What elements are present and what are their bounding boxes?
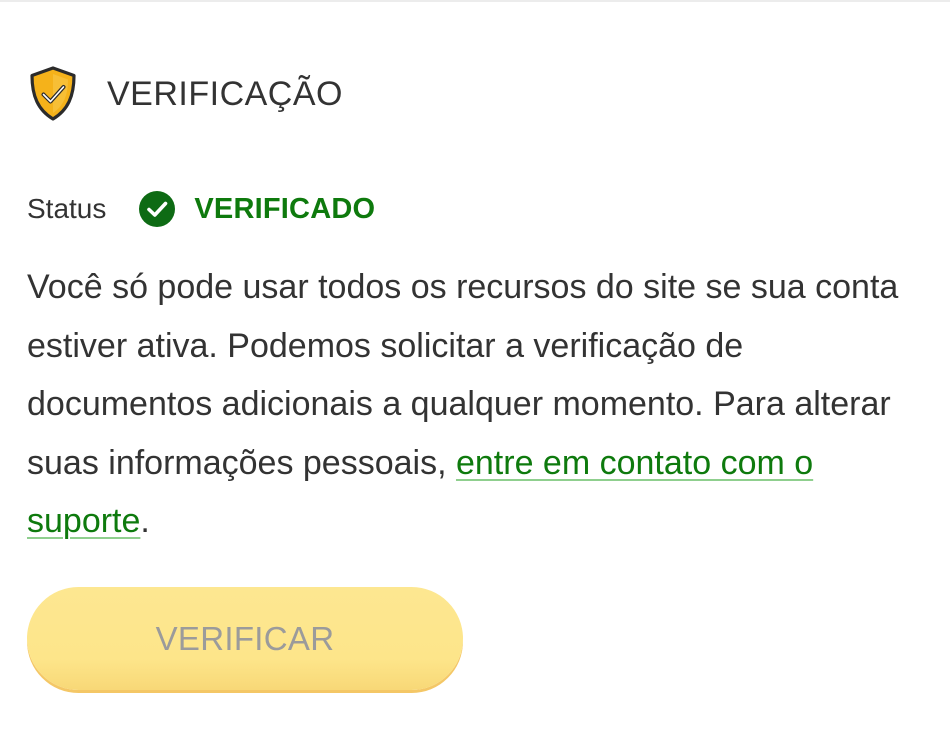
verification-description: Você só pode usar todos os recursos do s… [27,258,927,551]
status-value: VERIFICADO [194,192,376,225]
status-label: Status [27,193,107,224]
top-divider [0,0,950,2]
status-row: Status VERIFICADO [27,189,375,229]
description-suffix: . [140,502,150,541]
section-header: VERIFICAÇÃO [27,66,343,122]
check-circle-icon [139,191,176,227]
shield-check-icon [30,66,76,121]
verify-button[interactable]: VERIFICAR [27,587,463,690]
section-title: VERIFICAÇÃO [107,74,343,113]
